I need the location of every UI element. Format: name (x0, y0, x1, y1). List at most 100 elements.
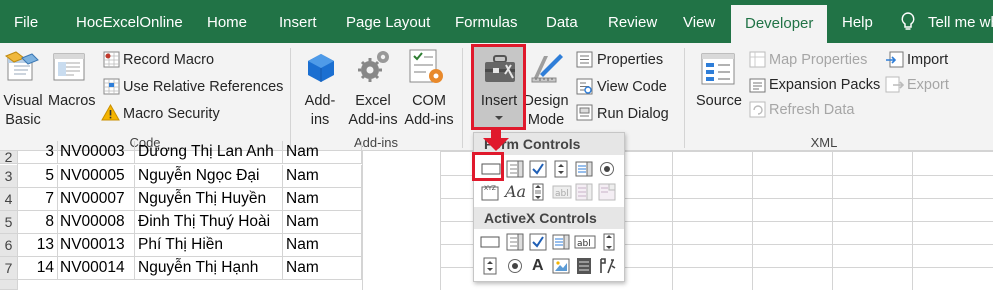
activex-combo-box-icon[interactable] (506, 233, 524, 251)
tab-hocexcelonline[interactable]: HocExcelOnline (76, 0, 183, 43)
cell-id[interactable]: 13 (18, 234, 58, 257)
form-option-button-icon[interactable] (598, 160, 616, 178)
export-icon (885, 76, 904, 93)
highlight-insert-button (471, 44, 526, 130)
tab-insert[interactable]: Insert (279, 0, 317, 43)
excel-add-ins-button[interactable]: Excel Add-ins (345, 92, 401, 130)
cell-id[interactable]: 14 (18, 257, 58, 280)
form-label-icon[interactable]: Aa (505, 183, 526, 201)
form-list-box-icon[interactable] (575, 160, 593, 178)
import-icon (886, 51, 904, 68)
row-header[interactable]: 6 (0, 234, 17, 257)
cell-code[interactable]: NV00003 (58, 141, 135, 164)
activex-toggle-button-icon[interactable] (575, 257, 593, 275)
import-button[interactable]: Import (907, 51, 948, 70)
row-header[interactable]: 5 (0, 211, 17, 234)
cell-name[interactable]: Phí Thị Hiền (135, 234, 283, 257)
form-combo-box-icon[interactable] (506, 160, 524, 178)
form-checkbox-icon[interactable] (529, 160, 547, 178)
gridline (832, 151, 833, 290)
expansion-packs-icon (749, 78, 766, 93)
cell-id[interactable]: 7 (18, 188, 58, 211)
tab-help[interactable]: Help (842, 0, 873, 43)
visual-basic-label-2: Basic (5, 112, 41, 128)
cell-gender[interactable]: Nam (283, 188, 362, 211)
cell-gender[interactable]: Nam (283, 257, 362, 280)
row-header[interactable]: 2 (0, 150, 17, 164)
properties-button[interactable]: Properties (597, 51, 663, 70)
com-add-ins-button[interactable]: COM Add-ins (401, 92, 457, 130)
cell-name[interactable]: Nguyễn Thị Huyền (135, 188, 283, 211)
group-separator (684, 48, 685, 148)
cell-gender[interactable]: Nam (283, 234, 362, 257)
row-header[interactable] (0, 280, 17, 290)
cell-id[interactable]: 8 (18, 211, 58, 234)
view-code-button[interactable]: View Code (597, 78, 667, 97)
tab-file[interactable]: File (14, 0, 38, 43)
cell-gender[interactable]: Nam (283, 165, 362, 188)
cell-code[interactable]: NV00005 (58, 165, 135, 188)
activex-label-icon[interactable]: A (532, 257, 550, 275)
activex-list-box-icon[interactable] (552, 233, 570, 251)
form-text-field-icon[interactable]: abl (552, 183, 572, 201)
macro-security-button[interactable]: Macro Security (123, 105, 220, 124)
activex-image-icon[interactable] (552, 257, 570, 275)
expansion-packs-button[interactable]: Expansion Packs (769, 76, 880, 95)
cell-code[interactable]: NV00008 (58, 211, 135, 234)
design-mode-button[interactable]: Design Mode (522, 92, 570, 130)
form-group-box-icon[interactable]: XYZ (481, 183, 499, 201)
run-dialog-button[interactable]: Run Dialog (597, 105, 669, 124)
cell-code[interactable]: NV00007 (58, 188, 135, 211)
row-header[interactable]: 4 (0, 188, 17, 211)
cell-name[interactable]: Đinh Thị Thuý Hoài (135, 211, 283, 234)
tab-home[interactable]: Home (207, 0, 247, 43)
activex-spin-button-icon[interactable] (481, 257, 499, 275)
source-button[interactable]: Source (696, 92, 742, 111)
tab-view[interactable]: View (683, 0, 715, 43)
arrow-down-icon (483, 128, 509, 151)
cell-gender[interactable]: Nam (283, 141, 362, 164)
activex-text-box-icon[interactable]: abl (574, 233, 596, 251)
form-spin-button-icon[interactable] (552, 160, 570, 178)
use-relative-references-button[interactable]: Use Relative References (123, 78, 283, 97)
tab-developer[interactable]: Developer (731, 5, 828, 43)
gridline (752, 151, 753, 290)
export-button[interactable]: Export (907, 76, 949, 95)
cell-id[interactable]: 3 (18, 141, 58, 164)
cell-id[interactable]: 5 (18, 165, 58, 188)
form-combo-drop-down-edit-icon[interactable] (598, 183, 616, 201)
cell-code[interactable]: NV00014 (58, 257, 135, 280)
cell-name[interactable]: Dương Thị Lan Anh (135, 141, 283, 164)
activex-button-icon[interactable] (480, 233, 500, 251)
row-header[interactable]: 3 (0, 165, 17, 188)
view-code-icon (576, 78, 593, 95)
activex-scroll-bar-icon[interactable] (600, 233, 618, 251)
run-dialog-icon (576, 104, 593, 121)
tell-me-search[interactable]: Tell me wh (928, 0, 993, 43)
activex-option-button-icon[interactable] (506, 257, 524, 275)
map-properties-button[interactable]: Map Properties (769, 51, 867, 70)
cell-code[interactable]: NV00013 (58, 234, 135, 257)
cell-name[interactable]: Nguyễn Thị Hạnh (135, 257, 283, 280)
add-ins-button[interactable]: Add- ins (298, 92, 342, 130)
tab-review[interactable]: Review (608, 0, 657, 43)
com-add-ins-icon (409, 49, 443, 83)
form-scroll-bar-icon[interactable] (529, 183, 547, 201)
row-header[interactable]: 7 (0, 257, 17, 280)
gridline (672, 151, 673, 290)
macros-button[interactable]: Macros (48, 92, 96, 111)
form-combo-list-edit-icon[interactable] (575, 183, 593, 201)
tab-page-layout[interactable]: Page Layout (346, 0, 430, 43)
svg-text:abl: abl (577, 239, 591, 249)
cell-name[interactable]: Nguyễn Ngọc Đại (135, 165, 283, 188)
tab-data[interactable]: Data (546, 0, 578, 43)
excel-add-ins-label-2: Add-ins (348, 112, 398, 128)
group-separator (462, 48, 463, 148)
tab-formulas[interactable]: Formulas (455, 0, 518, 43)
record-macro-button[interactable]: Record Macro (123, 51, 214, 70)
cell-gender[interactable]: Nam (283, 211, 362, 234)
activex-checkbox-icon[interactable] (529, 233, 547, 251)
visual-basic-button[interactable]: Visual Basic (0, 92, 46, 130)
refresh-data-button[interactable]: Refresh Data (769, 101, 854, 120)
more-controls-icon[interactable] (598, 257, 616, 275)
